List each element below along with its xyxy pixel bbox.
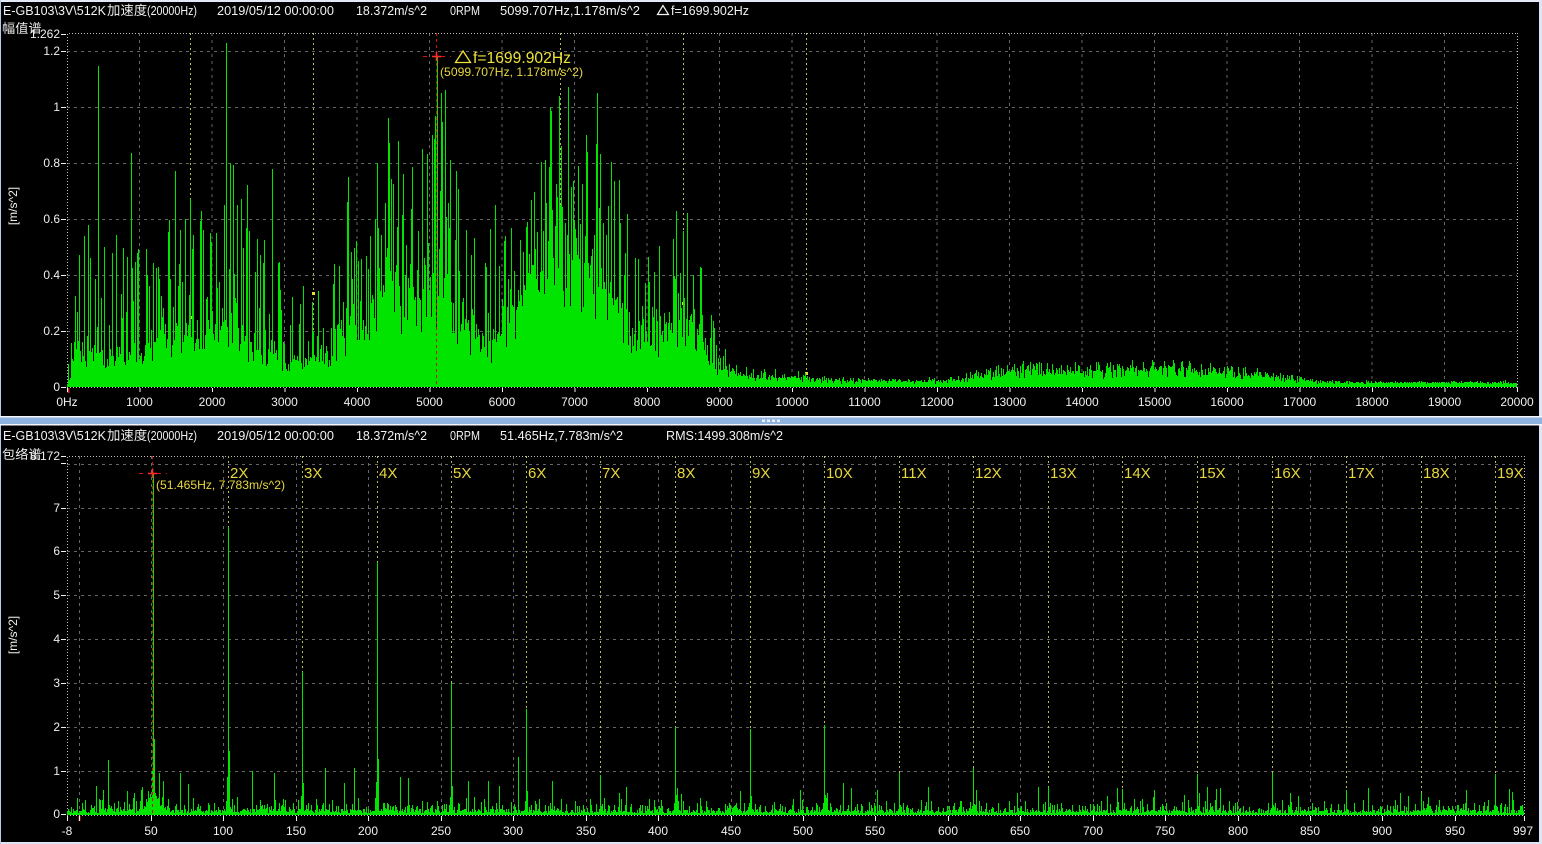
svg-text:0.4: 0.4 <box>43 268 60 282</box>
svg-text:350: 350 <box>576 824 596 838</box>
svg-text:1.2: 1.2 <box>43 44 60 58</box>
svg-text:4X: 4X <box>379 465 397 482</box>
svg-text:-8: -8 <box>62 824 73 838</box>
svg-text:250: 250 <box>431 824 451 838</box>
svg-text:5X: 5X <box>453 465 471 482</box>
svg-text:[m/s^2]: [m/s^2] <box>6 187 20 225</box>
svg-text:300: 300 <box>503 824 523 838</box>
svg-text:650: 650 <box>1010 824 1030 838</box>
svg-text:750: 750 <box>1155 824 1175 838</box>
svg-text:2: 2 <box>53 720 60 734</box>
svg-text:E-GB103\3V\512K: E-GB103\3V\512K <box>3 4 107 18</box>
svg-text:17X: 17X <box>1348 465 1375 482</box>
svg-text:0: 0 <box>53 807 60 821</box>
svg-text:(5099.707Hz, 1.178m/s^2): (5099.707Hz, 1.178m/s^2) <box>440 65 583 79</box>
svg-text:0RPM: 0RPM <box>450 4 480 18</box>
svg-text:850: 850 <box>1300 824 1320 838</box>
svg-text:(20000Hz): (20000Hz) <box>147 4 197 18</box>
svg-text:12000: 12000 <box>920 395 954 409</box>
svg-text:14X: 14X <box>1124 465 1151 482</box>
svg-text:0: 0 <box>53 380 60 394</box>
svg-text:600: 600 <box>938 824 958 838</box>
svg-text:5: 5 <box>53 588 60 602</box>
svg-text:400: 400 <box>648 824 668 838</box>
svg-text:150: 150 <box>286 824 306 838</box>
svg-text:11000: 11000 <box>848 395 881 409</box>
svg-text:12X: 12X <box>975 465 1002 482</box>
svg-text:500: 500 <box>793 824 813 838</box>
svg-text:997: 997 <box>1513 824 1533 838</box>
svg-text:9X: 9X <box>752 465 770 482</box>
svg-text:19000: 19000 <box>1428 395 1462 409</box>
svg-text:18.372m/s^2: 18.372m/s^2 <box>356 4 427 18</box>
svg-text:900: 900 <box>1372 824 1392 838</box>
svg-text:[m/s^2]: [m/s^2] <box>6 616 20 654</box>
svg-text:1: 1 <box>53 100 60 114</box>
svg-text:10000: 10000 <box>775 395 809 409</box>
svg-text:5099.707Hz,1.178m/s^2: 5099.707Hz,1.178m/s^2 <box>500 4 640 18</box>
svg-text:5000: 5000 <box>416 395 443 409</box>
svg-text:700: 700 <box>1083 824 1103 838</box>
svg-text:11X: 11X <box>901 465 927 482</box>
svg-text:450: 450 <box>721 824 741 838</box>
svg-text:9000: 9000 <box>706 395 733 409</box>
svg-text:0.6: 0.6 <box>43 212 60 226</box>
svg-text:15X: 15X <box>1199 465 1226 482</box>
svg-text:51.465Hz,7.783m/s^2: 51.465Hz,7.783m/s^2 <box>500 429 623 443</box>
svg-text:6: 6 <box>53 544 60 558</box>
svg-text:10X: 10X <box>826 465 853 482</box>
svg-text:7: 7 <box>53 501 60 515</box>
svg-text:550: 550 <box>865 824 885 838</box>
svg-text:0Hz: 0Hz <box>56 395 77 409</box>
svg-text:2019/05/12 00:00:00: 2019/05/12 00:00:00 <box>217 429 334 443</box>
svg-text:950: 950 <box>1445 824 1465 838</box>
svg-text:4: 4 <box>53 632 60 646</box>
svg-text:2000: 2000 <box>199 395 226 409</box>
svg-text:16000: 16000 <box>1210 395 1244 409</box>
svg-text:50: 50 <box>144 824 158 838</box>
svg-text:3: 3 <box>53 676 60 690</box>
svg-text:16X: 16X <box>1274 465 1301 482</box>
svg-text:f=1699.902Hz: f=1699.902Hz <box>671 4 749 18</box>
svg-text:800: 800 <box>1228 824 1248 838</box>
svg-text:18000: 18000 <box>1355 395 1389 409</box>
svg-text:(51.465Hz, 7.783m/s^2): (51.465Hz, 7.783m/s^2) <box>156 478 285 492</box>
svg-text:8X: 8X <box>677 465 695 482</box>
svg-text:4000: 4000 <box>344 395 371 409</box>
svg-text:7X: 7X <box>602 465 620 482</box>
svg-text:8000: 8000 <box>634 395 661 409</box>
svg-text:RMS:1499.308m/s^2: RMS:1499.308m/s^2 <box>666 429 783 443</box>
svg-text:20000: 20000 <box>1500 395 1534 409</box>
svg-text:18X: 18X <box>1423 465 1450 482</box>
svg-text:2019/05/12 00:00:00: 2019/05/12 00:00:00 <box>217 4 334 18</box>
svg-text:3000: 3000 <box>271 395 298 409</box>
svg-text:15000: 15000 <box>1138 395 1172 409</box>
svg-text:0.2: 0.2 <box>43 324 60 338</box>
svg-text:6X: 6X <box>528 465 546 482</box>
svg-text:13000: 13000 <box>993 395 1027 409</box>
svg-text:E-GB103\3V\512K: E-GB103\3V\512K <box>3 429 107 443</box>
svg-text:0.8: 0.8 <box>43 156 60 170</box>
svg-text:17000: 17000 <box>1283 395 1317 409</box>
svg-text:3X: 3X <box>304 465 322 482</box>
svg-text:(20000Hz): (20000Hz) <box>147 429 197 443</box>
svg-text:100: 100 <box>213 824 233 838</box>
svg-text:13X: 13X <box>1050 465 1077 482</box>
svg-text:14000: 14000 <box>1065 395 1099 409</box>
svg-text:0RPM: 0RPM <box>450 429 480 443</box>
svg-text:7000: 7000 <box>561 395 588 409</box>
svg-text:6000: 6000 <box>489 395 516 409</box>
svg-text:18.372m/s^2: 18.372m/s^2 <box>356 429 427 443</box>
svg-text:200: 200 <box>358 824 378 838</box>
svg-text:19X: 19X <box>1497 465 1524 482</box>
svg-text:1000: 1000 <box>126 395 153 409</box>
svg-text:1: 1 <box>53 764 60 778</box>
